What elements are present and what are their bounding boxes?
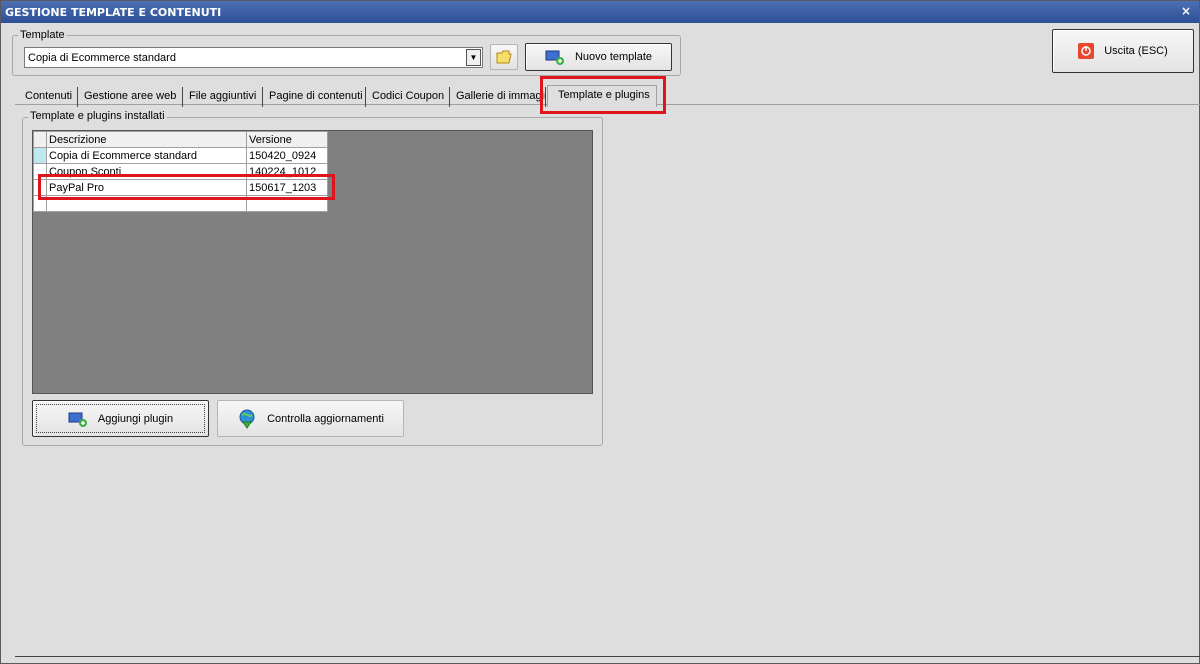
tab-codici-coupon[interactable]: Codici Coupon	[366, 87, 450, 107]
table-row[interactable]: Coupon Sconti 140224_1012	[33, 163, 328, 180]
tab-template-e-plugins[interactable]: Template e plugins	[547, 85, 657, 107]
cell-versione[interactable]: 140224_1012	[246, 163, 328, 180]
table-row[interactable]: Copia di Ecommerce standard 150420_0924	[33, 147, 328, 164]
table-row-new[interactable]	[33, 195, 328, 212]
main-window: GESTIONE TEMPLATE E CONTENUTI × Template…	[0, 0, 1200, 664]
tab-pagine-di-contenuti[interactable]: Pagine di contenuti	[263, 87, 366, 107]
row-selector[interactable]	[33, 179, 47, 196]
new-template-label: Nuovo template	[574, 51, 653, 63]
new-template-button[interactable]: Nuovo template	[525, 43, 672, 71]
add-monitor-icon	[68, 412, 87, 427]
power-icon	[1078, 43, 1095, 59]
add-monitor-icon	[545, 50, 564, 65]
check-updates-label: Controlla aggiornamenti	[267, 412, 384, 425]
cell-versione[interactable]	[246, 195, 328, 212]
column-header-versione[interactable]: Versione	[246, 131, 328, 148]
exit-button[interactable]: Uscita (ESC)	[1052, 29, 1194, 73]
tab-file-aggiuntivi[interactable]: File aggiuntivi	[183, 87, 263, 107]
globe-download-icon	[239, 409, 255, 429]
folder-icon	[496, 50, 512, 64]
row-selector[interactable]	[33, 147, 47, 164]
check-updates-button[interactable]: Controlla aggiornamenti	[217, 400, 404, 437]
window-title: GESTIONE TEMPLATE E CONTENUTI	[5, 6, 222, 19]
cell-descrizione[interactable]: Copia di Ecommerce standard	[46, 147, 247, 164]
exit-label: Uscita (ESC)	[1104, 45, 1168, 57]
template-select[interactable]: Copia di Ecommerce standard ▼	[24, 47, 483, 68]
row-selector[interactable]	[33, 195, 47, 212]
add-plugin-label: Aggiungi plugin	[97, 412, 174, 425]
row-selector[interactable]	[33, 163, 47, 180]
tab-gallerie-di-immagini[interactable]: Gallerie di immagini	[450, 87, 546, 107]
chevron-down-icon[interactable]: ▼	[466, 49, 481, 66]
cell-versione[interactable]: 150617_1203	[246, 179, 328, 196]
bottom-divider	[15, 656, 1200, 657]
tab-gestione-aree-web[interactable]: Gestione aree web	[78, 87, 183, 107]
add-plugin-button[interactable]: Aggiungi plugin	[32, 400, 209, 437]
plugins-grid[interactable]: Descrizione Versione Copia di Ecommerce …	[32, 130, 593, 394]
title-bar: GESTIONE TEMPLATE E CONTENUTI ×	[1, 1, 1199, 23]
cell-descrizione[interactable]	[46, 195, 247, 212]
tab-contenuti[interactable]: Contenuti	[19, 87, 78, 107]
cell-versione[interactable]: 150420_0924	[246, 147, 328, 164]
plugins-table: Descrizione Versione Copia di Ecommerce …	[33, 131, 328, 212]
plugins-group-legend: Template e plugins installati	[28, 110, 167, 122]
table-header-row: Descrizione Versione	[33, 131, 328, 148]
open-folder-button[interactable]	[490, 44, 518, 70]
cell-descrizione[interactable]: PayPal Pro	[46, 179, 247, 196]
template-group-legend: Template	[18, 29, 67, 41]
table-row[interactable]: PayPal Pro 150617_1203	[33, 179, 328, 196]
template-select-value: Copia di Ecommerce standard	[28, 52, 176, 64]
cell-descrizione[interactable]: Coupon Sconti	[46, 163, 247, 180]
row-selector-header	[33, 131, 47, 148]
close-icon[interactable]: ×	[1181, 4, 1191, 18]
column-header-descrizione[interactable]: Descrizione	[46, 131, 247, 148]
